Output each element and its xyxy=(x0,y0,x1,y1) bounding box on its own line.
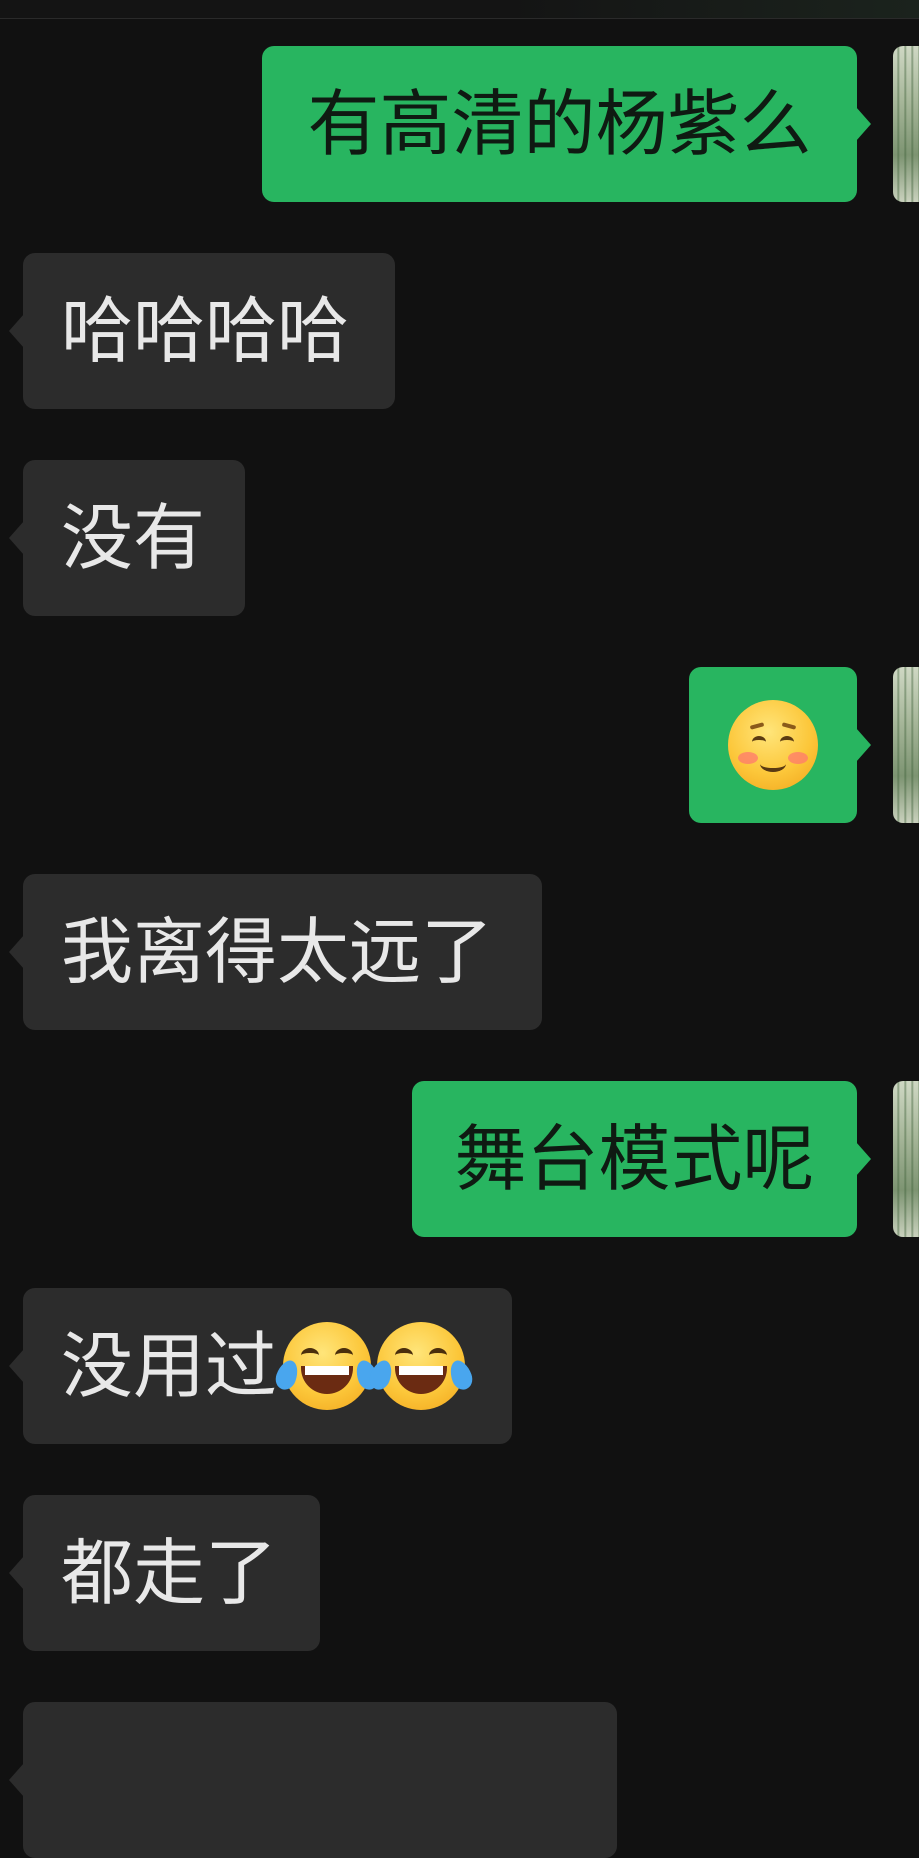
outgoing-message-bubble[interactable] xyxy=(689,667,871,823)
message-text: 没有 xyxy=(61,496,206,580)
incoming-message-bubble[interactable] xyxy=(9,1702,617,1858)
avatar[interactable] xyxy=(893,46,919,202)
message-text: 舞台模式呢 xyxy=(454,1117,815,1201)
face-with-tears-of-joy-icon xyxy=(272,1322,382,1410)
outgoing-message-bubble[interactable]: 有高清的杨紫么 xyxy=(262,46,871,202)
avatar[interactable] xyxy=(893,1081,919,1237)
incoming-message-bubble[interactable]: 都走了 xyxy=(9,1495,320,1651)
message-text: 都走了 xyxy=(61,1531,278,1615)
incoming-message-bubble[interactable]: 没用过 xyxy=(9,1288,512,1444)
smiling-face-with-tear-icon xyxy=(728,700,818,790)
message-text: 有高清的杨紫么 xyxy=(307,82,812,166)
message-text: 哈哈哈哈 xyxy=(61,289,350,373)
face-with-tears-of-joy-icon xyxy=(366,1322,476,1410)
incoming-message-bubble[interactable]: 没有 xyxy=(9,460,245,616)
incoming-message-bubble[interactable]: 哈哈哈哈 xyxy=(9,253,395,409)
message-text: 没用过 xyxy=(61,1324,278,1408)
message-text: 我离得太远了 xyxy=(61,910,494,994)
status-bar xyxy=(0,0,919,19)
outgoing-message-bubble[interactable]: 舞台模式呢 xyxy=(412,1081,871,1237)
incoming-message-bubble[interactable]: 我离得太远了 xyxy=(9,874,542,1030)
avatar[interactable] xyxy=(893,667,919,823)
